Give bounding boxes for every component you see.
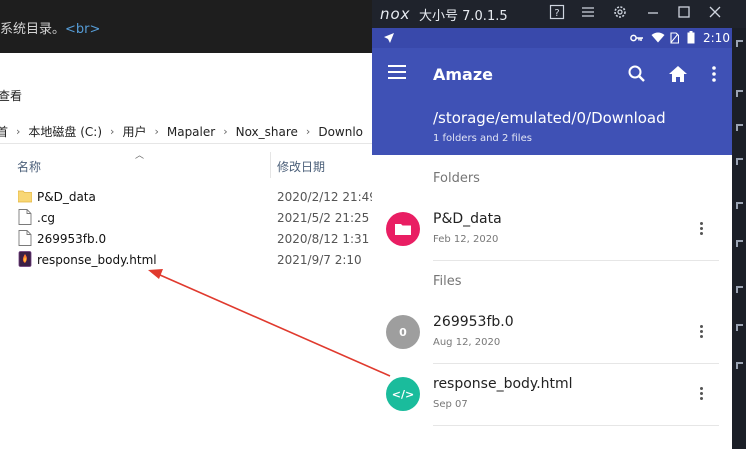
more-options-icon[interactable] bbox=[692, 320, 710, 342]
editor-strip: 系统目录。<br> bbox=[0, 0, 372, 53]
list-item-file[interactable]: 0 269953fb.0 Aug 12, 2020 bbox=[372, 302, 732, 362]
breadcrumb: 首 › 本地磁盘 (C:) › 用户 › Mapaler › Nox_share… bbox=[0, 123, 363, 140]
minimize-icon[interactable] bbox=[644, 4, 662, 22]
file-row[interactable]: .cg 2021/5/2 21:25 bbox=[0, 207, 372, 228]
no-sim-icon bbox=[670, 32, 679, 44]
sidebar-tool-icon[interactable] bbox=[736, 240, 743, 247]
file-row[interactable]: 269953fb.0 2020/8/12 1:31 bbox=[0, 228, 372, 249]
html-file-icon bbox=[18, 251, 32, 267]
breadcrumb-item[interactable]: Nox_share bbox=[236, 125, 298, 139]
column-header-date[interactable]: 修改日期 bbox=[277, 158, 325, 175]
location-icon bbox=[384, 33, 394, 43]
android-screen: 2:10 Amaze /storage/emulated/0/Download … bbox=[372, 28, 732, 449]
more-options-icon[interactable] bbox=[692, 217, 710, 239]
file-badge: 0 bbox=[386, 315, 420, 349]
file-date: 2020/2/12 21:49 bbox=[277, 190, 372, 204]
sidebar-tool-icon[interactable] bbox=[736, 40, 743, 47]
help-icon[interactable]: ? bbox=[548, 4, 566, 22]
more-vert-icon[interactable] bbox=[702, 62, 726, 86]
column-headers: ︿ 名称 修改日期 bbox=[0, 146, 372, 182]
app-toolbar: Amaze /storage/emulated/0/Download 1 fol… bbox=[372, 48, 732, 155]
item-name: P&D_data bbox=[433, 211, 502, 227]
sidebar-tool-icon[interactable] bbox=[736, 90, 743, 97]
section-header-files: Files bbox=[433, 274, 462, 289]
chevron-right-icon: › bbox=[110, 125, 115, 138]
section-header-folders: Folders bbox=[433, 171, 480, 186]
breadcrumb-item[interactable]: 本地磁盘 (C:) bbox=[28, 123, 102, 140]
app-title: Amaze bbox=[433, 65, 494, 84]
chevron-right-icon: › bbox=[16, 125, 21, 138]
file-explorer-window: 系统目录。<br> 查看 首 › 本地磁盘 (C:) › 用户 › Mapale… bbox=[0, 0, 372, 449]
settings-icon[interactable] bbox=[611, 4, 629, 22]
item-date: Aug 12, 2020 bbox=[433, 337, 501, 348]
item-name: response_body.html bbox=[433, 376, 573, 392]
file-name: P&D_data bbox=[37, 190, 96, 204]
chevron-right-icon: › bbox=[305, 125, 311, 138]
ribbon-tab-view[interactable]: 查看 bbox=[0, 87, 22, 104]
svg-text:?: ? bbox=[554, 8, 559, 19]
column-header-name[interactable]: 名称 bbox=[17, 158, 41, 175]
column-divider[interactable] bbox=[270, 152, 271, 178]
divider bbox=[433, 425, 719, 426]
status-time: 2:10 bbox=[703, 31, 730, 45]
current-path[interactable]: /storage/emulated/0/Download bbox=[433, 109, 666, 127]
battery-icon bbox=[687, 31, 695, 44]
window-title: 大小号 7.0.1.5 bbox=[419, 9, 508, 24]
file-name: response_body.html bbox=[37, 253, 157, 267]
file-list: Folders P&D_data Feb 12, 2020 Files 0 26… bbox=[372, 155, 732, 449]
nox-logo: nox bbox=[380, 5, 411, 23]
sidebar-tool-icon[interactable] bbox=[736, 362, 743, 369]
chevron-right-icon: › bbox=[154, 125, 159, 138]
file-row[interactable]: P&D_data 2020/2/12 21:49 bbox=[0, 186, 372, 207]
nox-sidebar bbox=[732, 28, 746, 449]
editor-html-tag: <br> bbox=[65, 22, 101, 37]
file-row[interactable]: response_body.html 2021/9/7 2:10 bbox=[0, 249, 372, 270]
editor-text: 系统目录。 bbox=[0, 22, 66, 37]
file-date: 2021/9/7 2:10 bbox=[277, 253, 362, 267]
status-bar: 2:10 bbox=[372, 28, 732, 48]
hamburger-menu-icon[interactable] bbox=[388, 65, 406, 79]
wifi-icon bbox=[651, 32, 665, 43]
folder-icon bbox=[18, 190, 32, 203]
editor-text-line: 系统目录。<br> bbox=[0, 18, 100, 37]
close-icon[interactable] bbox=[706, 4, 724, 22]
file-date: 2020/8/12 1:31 bbox=[277, 232, 370, 246]
file-date: 2021/5/2 21:25 bbox=[277, 211, 370, 225]
sidebar-tool-icon[interactable] bbox=[736, 324, 743, 331]
maximize-icon[interactable] bbox=[675, 4, 693, 22]
code-file-badge: </> bbox=[386, 377, 420, 411]
search-icon[interactable] bbox=[625, 62, 649, 86]
file-icon bbox=[18, 209, 32, 225]
file-name: 269953fb.0 bbox=[37, 232, 107, 246]
menu-icon[interactable] bbox=[579, 4, 597, 22]
folder-icon bbox=[386, 212, 420, 246]
nox-emulator-window: nox 大小号 7.0.1.5 ? 2:10 Amaze /storage/em… bbox=[372, 0, 746, 449]
folder-summary: 1 folders and 2 files bbox=[433, 133, 532, 144]
home-icon[interactable] bbox=[666, 62, 690, 86]
breadcrumb-item[interactable]: 用户 bbox=[122, 123, 146, 140]
breadcrumb-item[interactable]: Downlo bbox=[318, 125, 363, 139]
item-date: Feb 12, 2020 bbox=[433, 234, 499, 245]
item-date: Sep 07 bbox=[433, 399, 468, 410]
sidebar-tool-icon[interactable] bbox=[736, 158, 743, 165]
item-name: 269953fb.0 bbox=[433, 314, 514, 330]
file-name: .cg bbox=[37, 211, 56, 225]
sort-ascending-icon: ︿ bbox=[135, 151, 145, 161]
nox-titlebar[interactable]: nox 大小号 7.0.1.5 ? bbox=[372, 0, 746, 28]
breadcrumb-item[interactable]: 首 bbox=[0, 123, 8, 140]
vpn-key-icon bbox=[630, 34, 643, 42]
list-item-folder[interactable]: P&D_data Feb 12, 2020 bbox=[372, 199, 732, 259]
more-options-icon[interactable] bbox=[692, 382, 710, 404]
divider bbox=[433, 260, 719, 261]
breadcrumb-item[interactable]: Mapaler bbox=[167, 125, 215, 139]
chevron-right-icon: › bbox=[223, 125, 228, 138]
sidebar-tool-icon[interactable] bbox=[736, 124, 743, 131]
sidebar-tool-icon[interactable] bbox=[736, 202, 743, 209]
address-bar[interactable]: 首 › 本地磁盘 (C:) › 用户 › Mapaler › Nox_share… bbox=[0, 116, 372, 144]
file-icon bbox=[18, 230, 32, 246]
sidebar-tool-icon[interactable] bbox=[736, 286, 743, 293]
list-item-file[interactable]: </> response_body.html Sep 07 bbox=[372, 364, 732, 424]
